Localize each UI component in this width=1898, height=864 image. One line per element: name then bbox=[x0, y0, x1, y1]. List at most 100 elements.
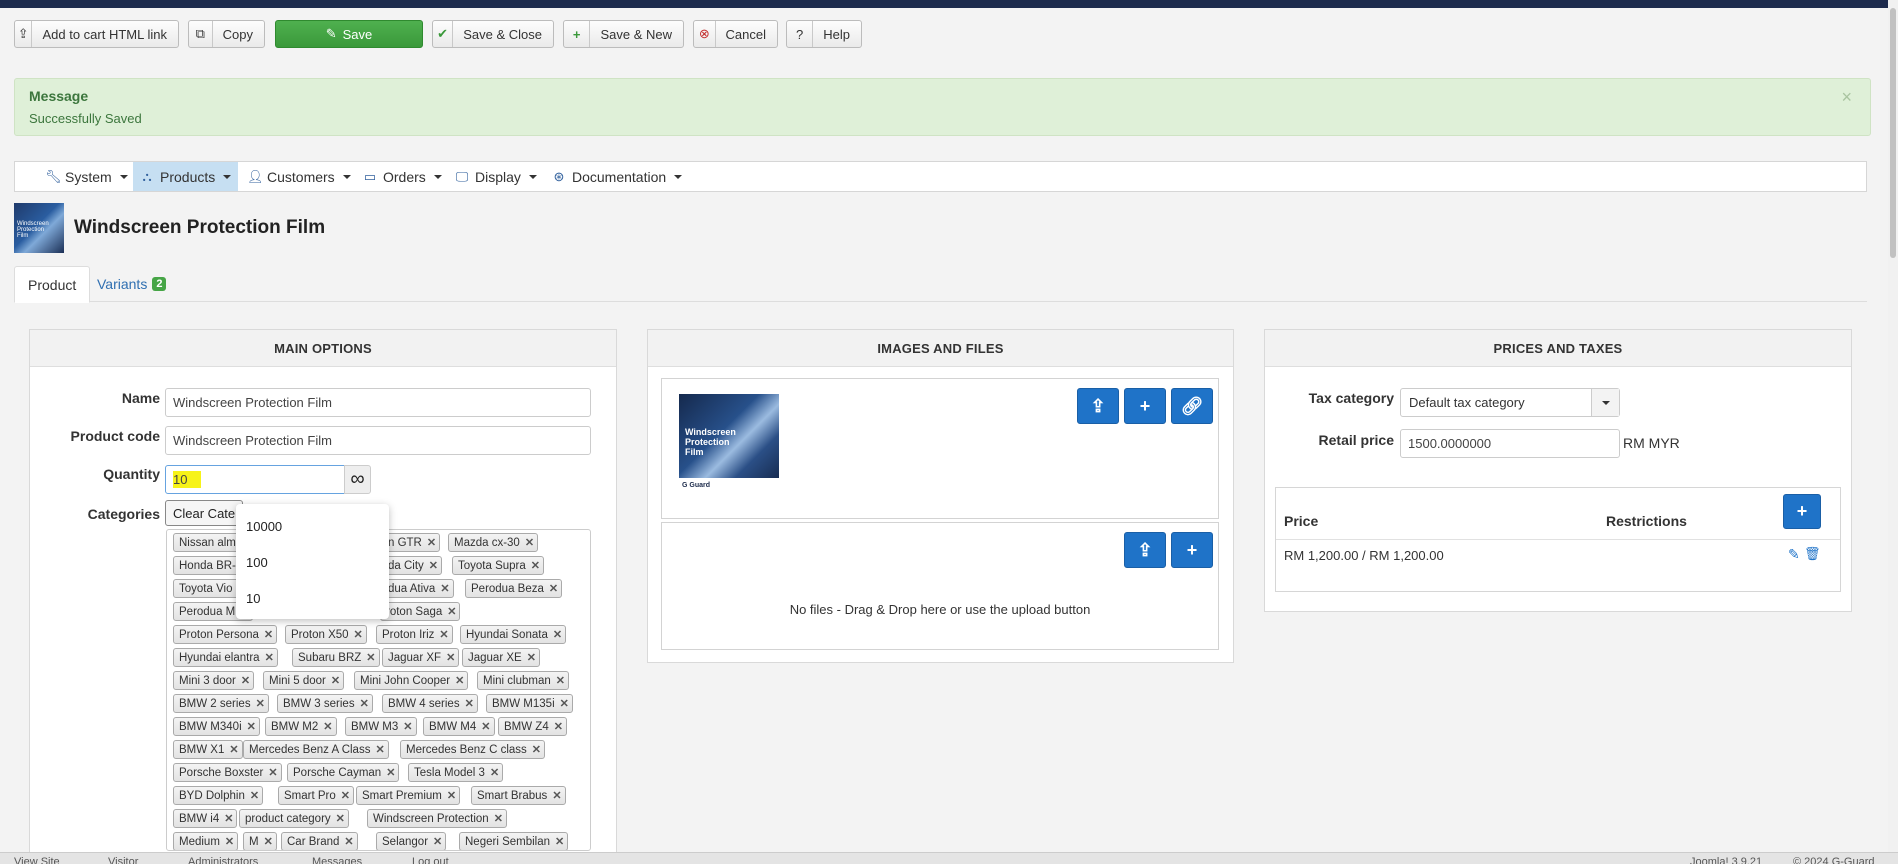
remove-tag-icon[interactable]: ✕ bbox=[455, 674, 464, 687]
upload-file-button[interactable]: ⇪ bbox=[1124, 532, 1166, 568]
remove-tag-icon[interactable]: ✕ bbox=[323, 720, 332, 733]
remove-tag-icon[interactable]: ✕ bbox=[525, 536, 534, 549]
menu-customers[interactable]: 👤︎ Customers bbox=[247, 162, 351, 191]
main-menu: 🔧︎ System ⛬ Products 👤︎ Customers ▭ Orde… bbox=[14, 161, 1867, 192]
remove-tag-icon[interactable]: ✕ bbox=[354, 628, 363, 641]
remove-tag-icon[interactable]: ✕ bbox=[527, 651, 536, 664]
dropdown-option[interactable]: 10 bbox=[246, 591, 260, 606]
quantity-input[interactable]: 10 bbox=[165, 465, 345, 494]
remove-tag-icon[interactable]: ✕ bbox=[465, 697, 474, 710]
add-file-button[interactable]: + bbox=[1171, 532, 1213, 568]
remove-tag-icon[interactable]: ✕ bbox=[247, 720, 256, 733]
add-price-button[interactable]: + bbox=[1783, 494, 1821, 529]
visitor-count: Visitor bbox=[108, 856, 139, 864]
remove-tag-icon[interactable]: ✕ bbox=[553, 628, 562, 641]
remove-tag-icon[interactable]: ✕ bbox=[439, 628, 448, 641]
message-text: Successfully Saved bbox=[29, 111, 142, 126]
save-close-button[interactable]: ✔ Save & Close bbox=[432, 20, 554, 48]
remove-tag-icon[interactable]: ✕ bbox=[440, 582, 449, 595]
category-tag: BMW Z4 ✕ bbox=[498, 717, 567, 736]
menu-documentation[interactable]: ⊛ Documentation bbox=[552, 162, 683, 191]
remove-tag-icon[interactable]: ✕ bbox=[532, 743, 541, 756]
product-image[interactable]: Windscreen Protection Film G Guard bbox=[679, 394, 779, 494]
remove-tag-icon[interactable]: ✕ bbox=[490, 766, 499, 779]
save-new-button[interactable]: + Save & New bbox=[563, 20, 684, 48]
remove-tag-icon[interactable]: ✕ bbox=[331, 674, 340, 687]
category-tag: BMW M4 ✕ bbox=[423, 717, 495, 736]
remove-tag-icon[interactable]: ✕ bbox=[336, 812, 345, 825]
remove-tag-icon[interactable]: ✕ bbox=[241, 674, 250, 687]
caret-down-icon bbox=[433, 174, 442, 179]
remove-tag-icon[interactable]: ✕ bbox=[446, 651, 455, 664]
remove-tag-icon[interactable]: ✕ bbox=[229, 743, 238, 756]
remove-tag-icon[interactable]: ✕ bbox=[375, 743, 384, 756]
remove-tag-icon[interactable]: ✕ bbox=[264, 835, 273, 848]
remove-tag-icon[interactable]: ✕ bbox=[344, 835, 353, 848]
dropdown-option[interactable]: 100 bbox=[246, 555, 268, 570]
remove-tag-icon[interactable]: ✕ bbox=[552, 789, 561, 802]
vertical-scrollbar[interactable] bbox=[1888, 0, 1898, 852]
remove-tag-icon[interactable]: ✕ bbox=[224, 812, 233, 825]
remove-tag-icon[interactable]: ✕ bbox=[341, 789, 350, 802]
close-icon[interactable]: × bbox=[1841, 87, 1852, 108]
category-tag: BMW M340i ✕ bbox=[173, 717, 260, 736]
remove-tag-icon[interactable]: ✕ bbox=[554, 720, 563, 733]
remove-tag-icon[interactable]: ✕ bbox=[447, 605, 456, 618]
categories-label: Categories bbox=[87, 506, 160, 522]
upload-icon: ⇪ bbox=[1137, 539, 1153, 560]
menu-orders[interactable]: ▭ Orders bbox=[363, 162, 442, 191]
tab-product[interactable]: Product bbox=[14, 266, 91, 303]
save-button[interactable]: ✎ Save bbox=[275, 20, 423, 48]
upload-image-button[interactable]: ⇪ bbox=[1077, 388, 1119, 424]
remove-tag-icon[interactable]: ✕ bbox=[429, 559, 438, 572]
remove-tag-icon[interactable]: ✕ bbox=[360, 697, 369, 710]
name-input[interactable]: Windscreen Protection Film bbox=[165, 388, 591, 417]
remove-tag-icon[interactable]: ✕ bbox=[531, 559, 540, 572]
copy-button[interactable]: ⧉ Copy bbox=[188, 20, 265, 48]
remove-tag-icon[interactable]: ✕ bbox=[403, 720, 412, 733]
remove-tag-icon[interactable]: ✕ bbox=[427, 536, 436, 549]
tab-variants[interactable]: Variants 2 bbox=[84, 266, 179, 302]
category-tag: Mazda cx-30 ✕ bbox=[448, 533, 539, 552]
remove-tag-icon[interactable]: ✕ bbox=[494, 812, 503, 825]
remove-tag-icon[interactable]: ✕ bbox=[268, 766, 277, 779]
remove-tag-icon[interactable]: ✕ bbox=[481, 720, 490, 733]
add-image-button[interactable]: + bbox=[1124, 388, 1166, 424]
upload-icon: ⇪ bbox=[1090, 395, 1106, 416]
category-tag: BYD Dolphin ✕ bbox=[173, 786, 264, 805]
retail-price-input[interactable]: 1500.0000000 bbox=[1400, 429, 1620, 458]
remove-tag-icon[interactable]: ✕ bbox=[264, 628, 273, 641]
infinity-button[interactable]: ∞ bbox=[344, 465, 371, 494]
dropdown-option[interactable]: 10000 bbox=[246, 519, 282, 534]
help-button[interactable]: ? Help bbox=[786, 20, 862, 48]
remove-tag-icon[interactable]: ✕ bbox=[250, 789, 259, 802]
menu-display[interactable]: 🖵︎ Display bbox=[455, 162, 537, 191]
menu-system[interactable]: 🔧︎ System bbox=[45, 162, 128, 191]
remove-tag-icon[interactable]: ✕ bbox=[256, 697, 265, 710]
link-image-button[interactable]: 🔗︎ bbox=[1171, 388, 1213, 424]
messages-count[interactable]: Messages bbox=[312, 856, 362, 864]
remove-tag-icon[interactable]: ✕ bbox=[555, 835, 564, 848]
cancel-button[interactable]: ⊗ Cancel bbox=[693, 20, 778, 48]
edit-icon[interactable]: ✎ bbox=[1788, 546, 1800, 563]
remove-tag-icon[interactable]: ✕ bbox=[366, 651, 375, 664]
remove-tag-icon[interactable]: ✕ bbox=[556, 674, 565, 687]
remove-tag-icon[interactable]: ✕ bbox=[447, 789, 456, 802]
remove-tag-icon[interactable]: ✕ bbox=[265, 651, 274, 664]
menu-products[interactable]: ⛬ Products bbox=[133, 162, 239, 191]
product-thumbnail: Windscreen Protection Film bbox=[14, 203, 64, 253]
tax-category-select[interactable]: Default tax category bbox=[1400, 388, 1620, 417]
remove-tag-icon[interactable]: ✕ bbox=[549, 582, 558, 595]
add-to-cart-html-link-button[interactable]: ⇪ Add to cart HTML link bbox=[14, 20, 179, 48]
product-code-input[interactable]: Windscreen Protection Film bbox=[165, 426, 591, 455]
logout-link[interactable]: Log out bbox=[412, 856, 449, 864]
remove-tag-icon[interactable]: ✕ bbox=[433, 835, 442, 848]
remove-tag-icon[interactable]: ✕ bbox=[225, 835, 234, 848]
clear-categories-button[interactable]: Clear Cate bbox=[165, 500, 244, 526]
view-site-link[interactable]: View Site bbox=[14, 856, 60, 864]
plus-icon: + bbox=[1139, 395, 1151, 416]
remove-tag-icon[interactable]: ✕ bbox=[560, 697, 569, 710]
name-label: Name bbox=[121, 390, 160, 406]
trash-icon[interactable]: 🗑︎ bbox=[1804, 546, 1821, 562]
remove-tag-icon[interactable]: ✕ bbox=[386, 766, 395, 779]
